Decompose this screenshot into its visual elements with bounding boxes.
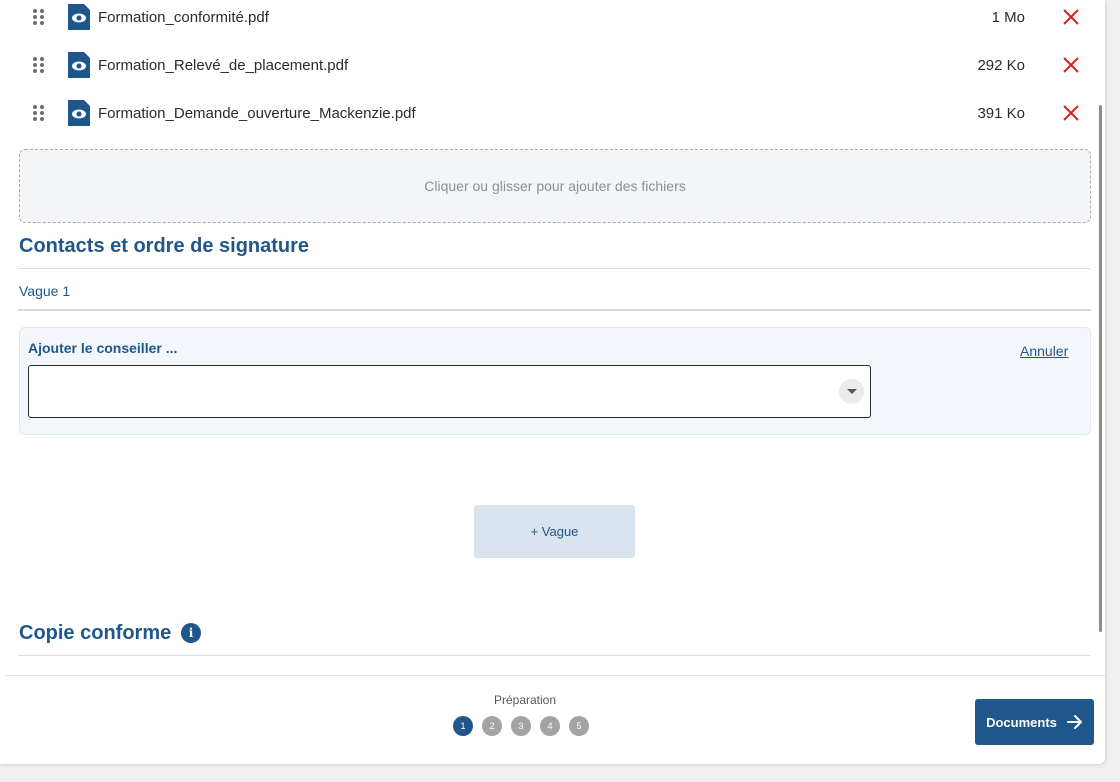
- stepper-label: Préparation: [493, 693, 557, 707]
- tab-underline: [18, 309, 1091, 311]
- file-size: 391 Ko: [977, 104, 1025, 122]
- copy-section-title: Copie conforme: [19, 622, 172, 644]
- scrollbar[interactable]: [1099, 105, 1102, 632]
- step-3[interactable]: 3: [511, 716, 531, 736]
- drag-handle-icon[interactable]: [33, 57, 45, 73]
- drag-handle-icon[interactable]: [33, 9, 45, 25]
- file-row: Formation_Relevé_de_placement.pdf 292 Ko: [0, 47, 1105, 83]
- advisor-select[interactable]: [28, 365, 871, 418]
- main-panel: Formation_conformité.pdf 1 Mo Formation_…: [0, 0, 1105, 764]
- add-wave-button[interactable]: + Vague: [474, 505, 635, 558]
- file-name: Formation_Demande_ouverture_Mackenzie.pd…: [98, 104, 416, 122]
- remove-file-icon[interactable]: [1062, 8, 1080, 26]
- file-size: 1 Mo: [991, 8, 1025, 26]
- tab-wave-1[interactable]: Vague 1: [19, 283, 70, 299]
- next-button-label: Documents: [986, 714, 1057, 730]
- file-preview-icon[interactable]: [68, 4, 90, 30]
- step-5[interactable]: 5: [569, 716, 589, 736]
- file-row: Formation_Demande_ouverture_Mackenzie.pd…: [0, 95, 1105, 131]
- add-advisor-label: Ajouter le conseiller ...: [28, 340, 178, 356]
- divider: [18, 268, 1091, 269]
- divider: [18, 655, 1091, 656]
- file-row: Formation_conformité.pdf 1 Mo: [0, 0, 1105, 35]
- add-advisor-panel: Ajouter le conseiller ... Annuler: [19, 327, 1091, 435]
- file-dropzone[interactable]: Cliquer ou glisser pour ajouter des fich…: [19, 149, 1091, 223]
- file-size: 292 Ko: [977, 56, 1025, 74]
- dropzone-text: Cliquer ou glisser pour ajouter des fich…: [424, 178, 686, 194]
- arrow-right-icon: [1066, 715, 1082, 729]
- step-4[interactable]: 4: [540, 716, 560, 736]
- remove-file-icon[interactable]: [1062, 104, 1080, 122]
- drag-handle-icon[interactable]: [33, 105, 45, 121]
- cancel-link[interactable]: Annuler: [1020, 343, 1068, 359]
- next-documents-button[interactable]: Documents: [975, 699, 1094, 745]
- dropdown-arrow-icon[interactable]: [839, 379, 864, 404]
- file-preview-icon[interactable]: [68, 100, 90, 126]
- step-1[interactable]: 1: [453, 716, 473, 736]
- footer-divider: [5, 675, 1105, 676]
- remove-file-icon[interactable]: [1062, 56, 1080, 74]
- contacts-section-title: Contacts et ordre de signature: [19, 235, 310, 257]
- info-icon[interactable]: i: [181, 623, 201, 643]
- step-2[interactable]: 2: [482, 716, 502, 736]
- file-name: Formation_Relevé_de_placement.pdf: [98, 56, 349, 74]
- file-preview-icon[interactable]: [68, 52, 90, 78]
- file-name: Formation_conformité.pdf: [98, 8, 269, 26]
